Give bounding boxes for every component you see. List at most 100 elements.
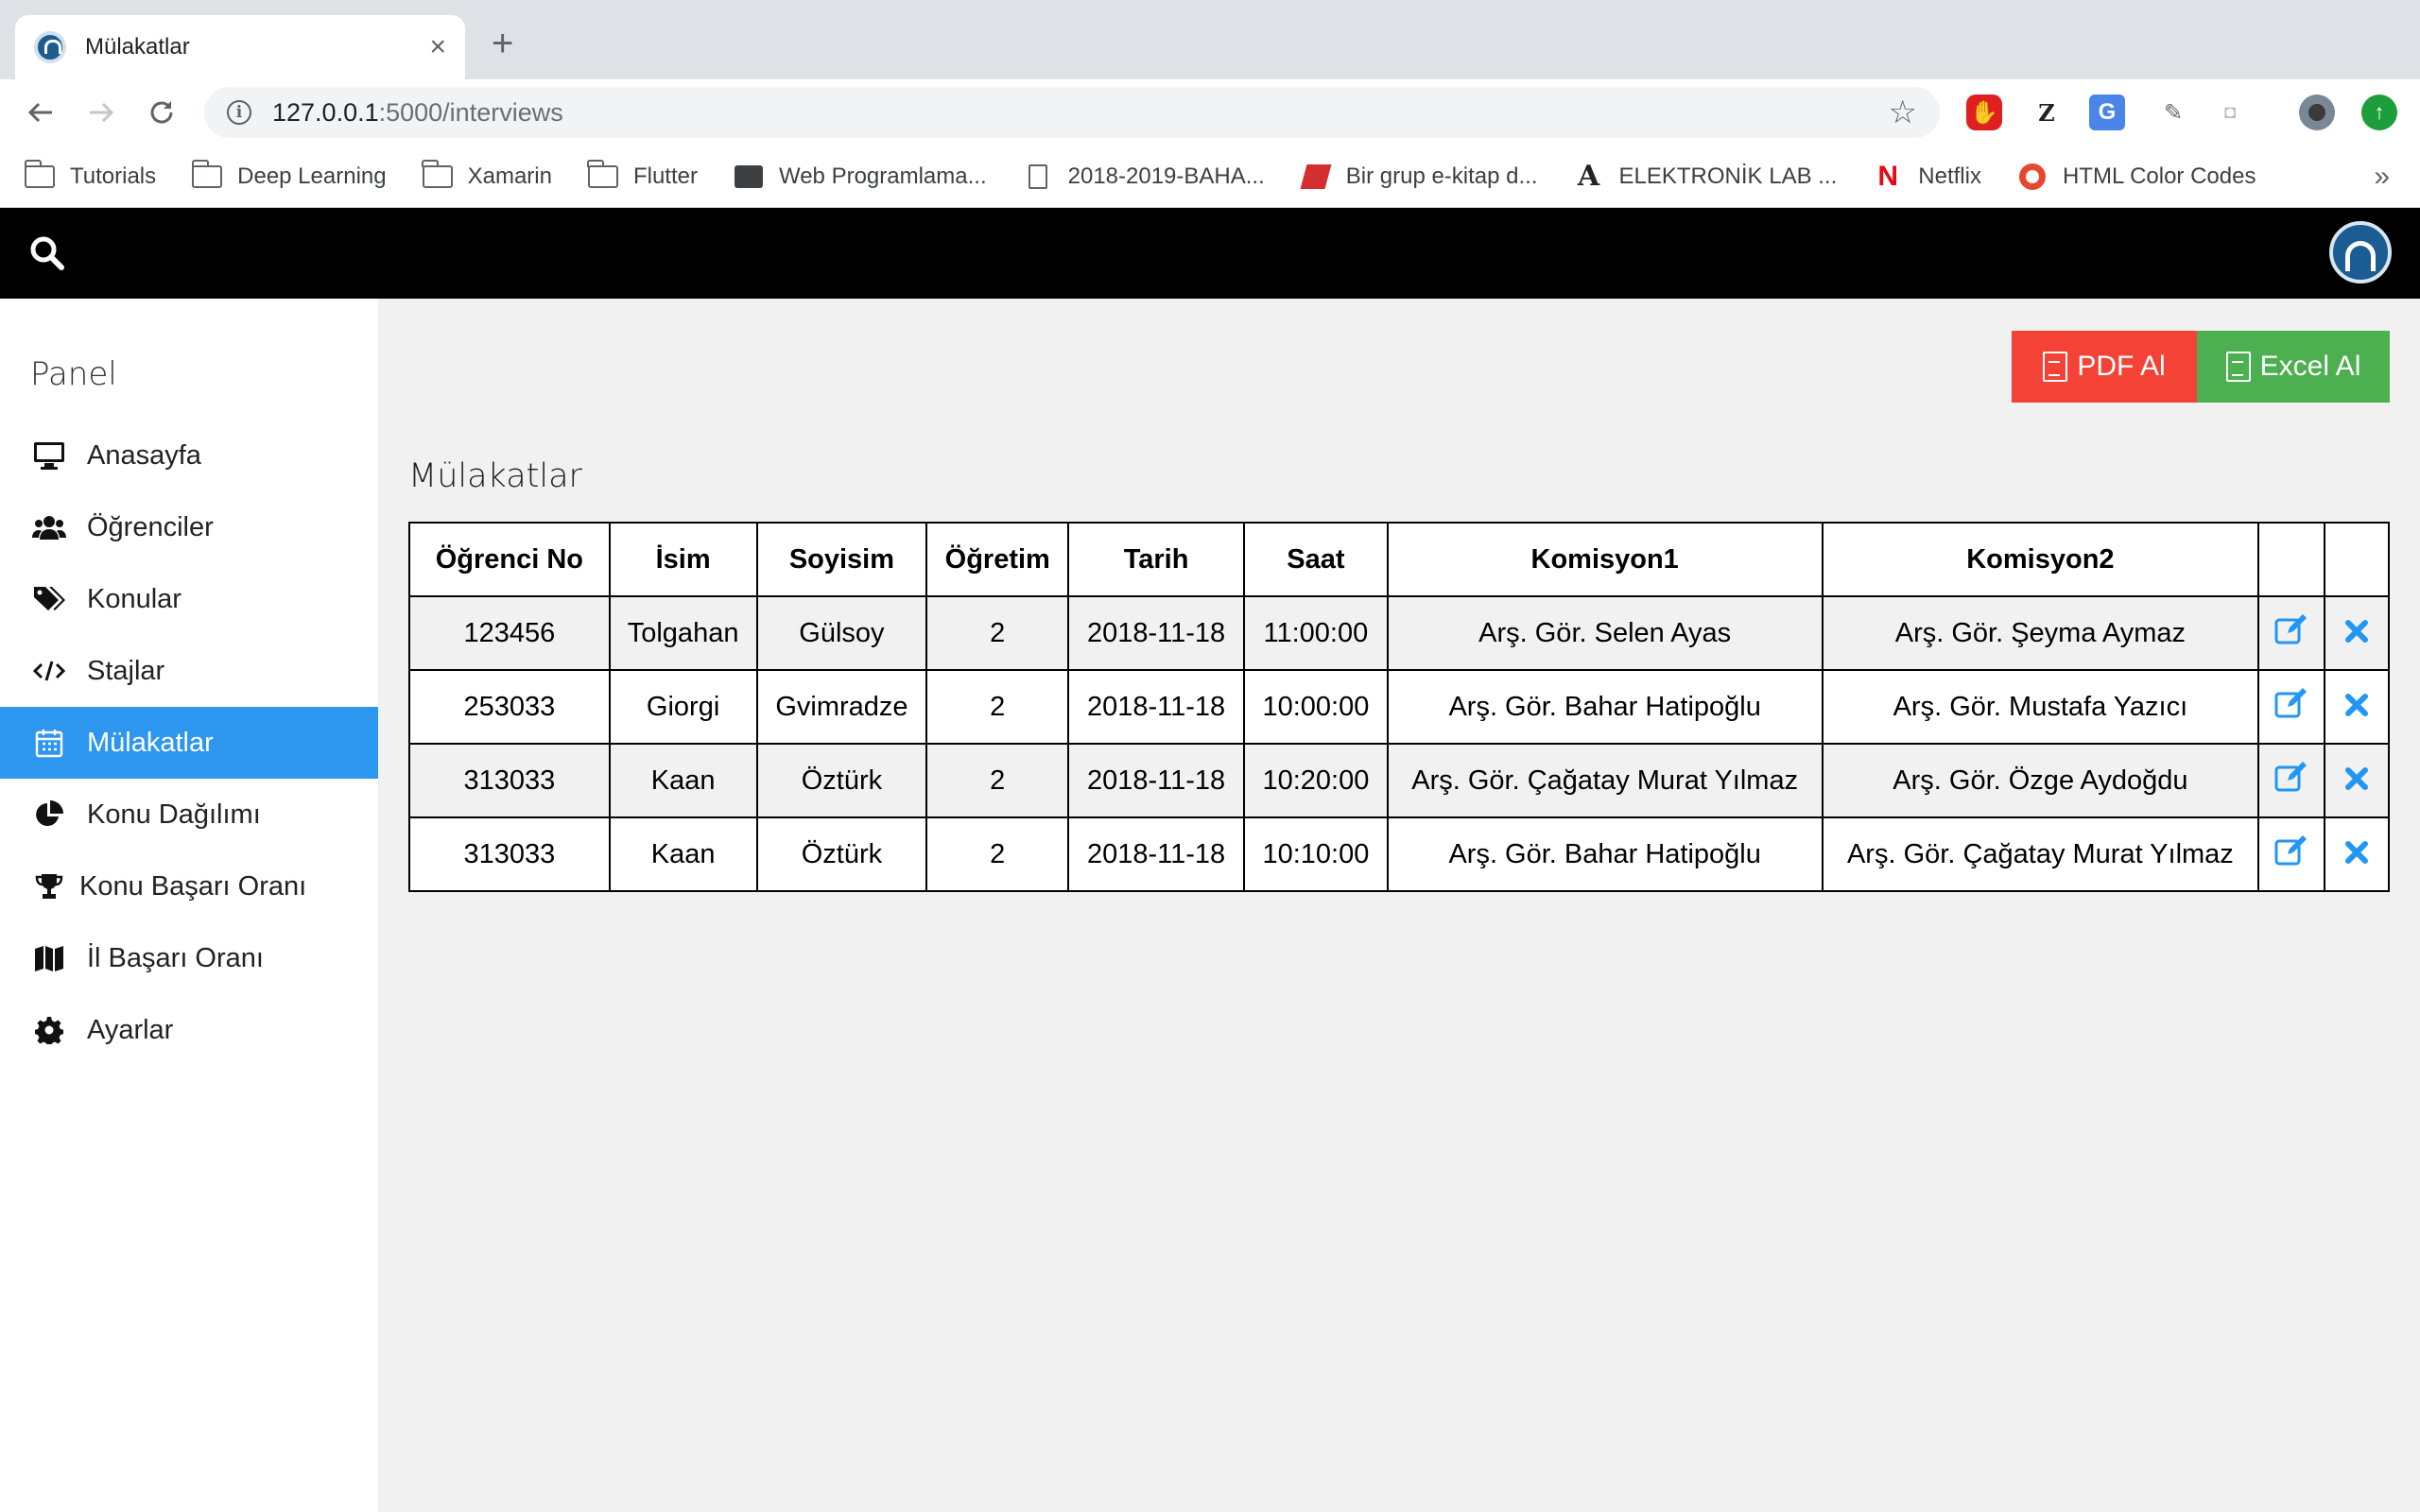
edit-icon[interactable] bbox=[2274, 687, 2308, 726]
column-header[interactable]: Tarih bbox=[1067, 522, 1245, 597]
sidebar-item-ogrenciler[interactable]: Öğrenciler bbox=[0, 491, 378, 563]
sidebar-item-label: Ayarlar bbox=[87, 1014, 174, 1045]
excel-export-button[interactable]: Excel Al bbox=[2197, 331, 2390, 403]
sidebar-title: Panel bbox=[30, 355, 117, 393]
update-arrow-icon[interactable]: ↑ bbox=[2361, 94, 2397, 130]
contact-icon bbox=[734, 164, 763, 188]
camera-extension-icon[interactable]: ◘ bbox=[2212, 94, 2248, 130]
desktop-icon bbox=[32, 438, 66, 472]
sidebar-item-konu-dagilimi[interactable]: Konu Dağılımı bbox=[0, 779, 378, 850]
interviews-table: Öğrenci No İsim Soyisim Öğretim Tarih Sa… bbox=[408, 522, 2390, 892]
bookmark-item[interactable]: HTML Color Codes bbox=[2017, 163, 2256, 190]
table-row: 313033 Kaan Öztürk 2 2018-11-18 10:20:00 Arş. … bbox=[408, 743, 2390, 818]
tab-title: Mülakatlar bbox=[85, 34, 190, 60]
university-logo bbox=[2329, 221, 2392, 284]
column-header[interactable]: İsim bbox=[608, 522, 758, 597]
browser-toolbar: i 127.0.0.1:5000/interviews ☆ ✋ Z G ✎ ◘ … bbox=[0, 79, 2420, 146]
reload-icon[interactable] bbox=[140, 91, 183, 134]
translate-extension-icon[interactable]: G bbox=[2089, 94, 2125, 130]
table-cell: 2 bbox=[925, 669, 1070, 745]
table-cell: 2 bbox=[925, 816, 1070, 892]
delete-icon[interactable] bbox=[2344, 836, 2369, 872]
table-cell: 2 bbox=[925, 595, 1070, 671]
site-favicon-icon bbox=[34, 31, 66, 63]
sidebar-item-konular[interactable]: Konular bbox=[0, 563, 378, 635]
sidebar-item-konu-basari-orani[interactable]: Konu Başarı Oranı bbox=[0, 850, 378, 922]
delete-cell bbox=[2324, 595, 2390, 671]
pdf-button-label: PDF Al bbox=[2077, 351, 2166, 382]
users-icon bbox=[32, 510, 66, 544]
table-row: 123456 Tolgahan Gülsoy 2 2018-11-18 11:00:00 A… bbox=[408, 595, 2390, 671]
browser-tab[interactable]: Mülakatlar × bbox=[15, 15, 465, 79]
font-a-icon: A bbox=[1577, 160, 1600, 193]
column-header[interactable]: Saat bbox=[1242, 522, 1389, 597]
table-cell: 10:10:00 bbox=[1242, 816, 1389, 892]
table-cell: Tolgahan bbox=[608, 595, 758, 671]
bookmark-star-icon[interactable]: ☆ bbox=[1889, 94, 1917, 131]
sidebar-item-anasayfa[interactable]: Anasayfa bbox=[0, 420, 378, 491]
table-cell: 2018-11-18 bbox=[1067, 816, 1245, 892]
table-cell: 313033 bbox=[408, 816, 611, 892]
table-cell: 10:20:00 bbox=[1242, 743, 1389, 818]
color-wheel-icon bbox=[2018, 163, 2046, 190]
bookmark-item[interactable]: Xamarin bbox=[422, 159, 552, 190]
site-info-icon[interactable]: i bbox=[227, 100, 251, 125]
app-topbar bbox=[0, 208, 2420, 299]
new-tab-icon[interactable]: + bbox=[492, 25, 513, 62]
delete-icon[interactable] bbox=[2344, 615, 2369, 651]
edit-icon[interactable] bbox=[2274, 613, 2308, 652]
book-icon bbox=[1300, 163, 1332, 189]
table-cell: 313033 bbox=[408, 743, 611, 818]
table-cell: Kaan bbox=[608, 743, 758, 818]
profile-avatar[interactable] bbox=[2299, 94, 2335, 130]
delete-icon[interactable] bbox=[2344, 689, 2369, 725]
table-row: 253033 Giorgi Gvimradze 2 2018-11-18 10:00:00… bbox=[408, 669, 2390, 745]
main-content: PDF Al Excel Al Mülakatlar Öğrenci No İs… bbox=[378, 299, 2420, 1512]
bookmark-item[interactable]: Bir grup e-kitap d... bbox=[1300, 163, 1538, 190]
excel-button-label: Excel Al bbox=[2259, 351, 2361, 382]
zotero-extension-icon[interactable]: Z bbox=[2029, 94, 2065, 130]
sidebar-item-label: Öğrenciler bbox=[87, 511, 214, 542]
url-text[interactable]: 127.0.0.1:5000/interviews bbox=[272, 98, 1889, 128]
bookmark-item[interactable]: Tutorials bbox=[24, 159, 156, 190]
sidebar-item-stajlar[interactable]: Stajlar bbox=[0, 635, 378, 707]
bookmark-item[interactable]: Web Programlama... bbox=[734, 163, 987, 190]
bookmarks-overflow-icon[interactable]: » bbox=[2374, 161, 2390, 193]
table-cell: Arş. Gör. Özge Aydoğdu bbox=[1821, 743, 2260, 818]
address-bar[interactable]: i 127.0.0.1:5000/interviews ☆ bbox=[204, 87, 1940, 138]
bookmarks-bar: Tutorials Deep Learning Xamarin Flutter … bbox=[0, 146, 2420, 208]
edit-icon[interactable] bbox=[2274, 761, 2308, 799]
delete-icon[interactable] bbox=[2344, 763, 2369, 799]
bookmark-item[interactable]: N Netflix bbox=[1873, 161, 1981, 192]
column-header[interactable]: Soyisim bbox=[755, 522, 928, 597]
table-cell: Arş. Gör. Bahar Hatipoğlu bbox=[1386, 669, 1824, 745]
column-header[interactable]: Komisyon2 bbox=[1821, 522, 2260, 597]
table-cell: Gvimradze bbox=[755, 669, 928, 745]
sidebar-item-il-basari-orani[interactable]: İl Başarı Oranı bbox=[0, 922, 378, 994]
sidebar: Panel Anasayfa Öğrenciler Konular Stajla… bbox=[0, 299, 378, 1512]
back-arrow-icon[interactable] bbox=[19, 91, 62, 134]
sidebar-item-mulakatlar[interactable]: Mülakatlar bbox=[0, 707, 378, 779]
table-cell: Arş. Gör. Çağatay Murat Yılmaz bbox=[1386, 743, 1824, 818]
bookmark-item[interactable]: A ELEKTRONİK LAB ... bbox=[1574, 160, 1837, 193]
edit-cell bbox=[2257, 595, 2326, 671]
bookmark-item[interactable]: Flutter bbox=[587, 159, 698, 190]
column-header[interactable]: Öğrenci No bbox=[408, 522, 611, 597]
browser-tabstrip: Mülakatlar × + bbox=[0, 0, 2420, 79]
adblock-extension-icon[interactable]: ✋ bbox=[1966, 94, 2002, 130]
table-cell: Arş. Gör. Selen Ayas bbox=[1386, 595, 1824, 671]
forward-arrow-icon[interactable] bbox=[79, 91, 123, 134]
tab-close-icon[interactable]: × bbox=[429, 33, 446, 61]
search-icon[interactable] bbox=[28, 234, 66, 272]
bookmark-item[interactable]: 2018-2019-BAHA... bbox=[1023, 163, 1265, 190]
pdf-export-button[interactable]: PDF Al bbox=[2012, 331, 2197, 403]
sidebar-item-ayarlar[interactable]: Ayarlar bbox=[0, 994, 378, 1066]
eyedropper-extension-icon[interactable]: ✎ bbox=[2155, 94, 2191, 130]
column-header bbox=[2324, 522, 2390, 597]
column-header[interactable]: Komisyon1 bbox=[1386, 522, 1824, 597]
column-header[interactable]: Öğretim bbox=[925, 522, 1070, 597]
delete-cell bbox=[2324, 743, 2390, 818]
edit-icon[interactable] bbox=[2274, 834, 2308, 873]
table-cell: Arş. Gör. Mustafa Yazıcı bbox=[1821, 669, 2260, 745]
bookmark-item[interactable]: Deep Learning bbox=[191, 159, 387, 190]
